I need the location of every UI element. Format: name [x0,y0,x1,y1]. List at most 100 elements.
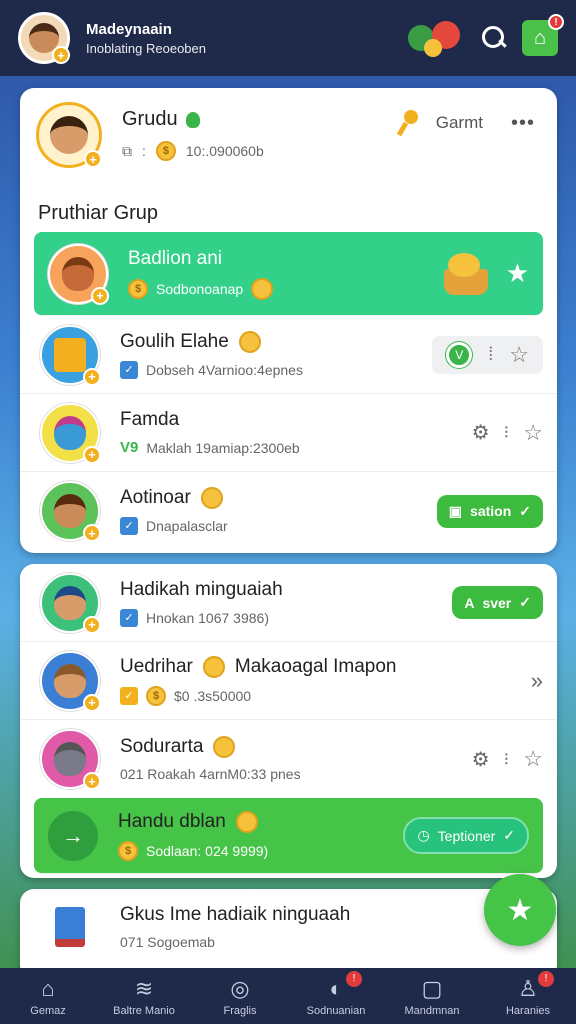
list-item-name: Sodurarta [120,736,472,758]
list-item-highlighted[interactable]: → Handu dblan $ Sodlaan: 024 9999) ◷ Tep… [34,798,543,874]
action-button[interactable]: ◷ Teptioner ✓ [403,817,529,854]
star-icon[interactable]: ☆ [509,342,529,368]
list-item-sub: ✓ Hnokan 1067 3986) [120,608,452,627]
list-item-text: Handu dblan $ Sodlaan: 024 9999) [118,810,403,861]
action-button[interactable]: ▣ sation ✓ [436,494,543,528]
add-badge-icon: + [52,46,70,64]
check-icon: ✓ [503,827,515,843]
dots-icon: ⁞ [488,344,494,364]
nav-item-flags[interactable]: ◎ Fraglis [192,975,288,1017]
bottom-nav: ⌂ Gemaz ≋ Baltre Manio ◎ Fraglis ◐ ! Sod… [0,968,576,1024]
status-pill[interactable]: V ⁞ ☆ [432,335,543,374]
nav-label: Baltre Manio [113,1005,175,1017]
star-icon[interactable]: ☆ [523,420,543,446]
dots-icon: ⁝ [503,422,510,442]
group-subline: ⧉ : $ 10:.090060b [122,141,264,161]
chat-icon: ◐ [329,976,343,1001]
group-actions: Garmt ••• [396,110,535,136]
group-right-label[interactable]: Garmt [436,113,483,133]
sub-text: Maklah 19amiap:2300eb [146,439,300,456]
name-text: Gkus Ime hadiaik ninguaah [120,904,351,925]
list-item-sub: 021 Roakah 4arnM0:33 pnes [120,766,472,782]
coin-icon: $ [146,685,166,706]
add-badge-icon: + [83,772,101,790]
group-coins: 10:.090060b [185,143,264,159]
user-avatar[interactable]: + [18,12,70,64]
list-item[interactable]: + Famda V9 Maklah 19amiap:2300eb ⚙ ⁝ ☆ [20,394,557,472]
nav-label: Haranies [505,1005,551,1017]
nav-label: Gemaz [30,1005,66,1017]
list-item-text: Goulih Elahe ✓ Dobseh 4Varnioo:4epnes [120,330,432,379]
store-button[interactable]: ⌂ ! [522,14,564,56]
verified-icon: V [446,341,473,368]
sub-text: Sodbonoanap [156,280,244,297]
list-item[interactable]: Gkus Ime hadiaik ninguaah 071 Sogoemab [20,897,557,957]
avatar-face [54,742,86,776]
key-icon[interactable] [396,110,422,136]
compass-icon: ◎ [230,976,250,1001]
list-item-sub: ✓ Dnapalasclar [120,517,437,535]
name-text: Aotinoar [120,487,191,508]
dots-icon: ⁝ [503,748,510,769]
list-item-sub: $ Sodlaan: 024 9999) [118,840,403,861]
name-text: Uedrihar [120,655,193,677]
list-item-text: Famda V9 Maklah 19amiap:2300eb [120,409,472,456]
group-title: Grudu [122,108,264,131]
group-avatar[interactable]: + [36,102,102,168]
star-icon[interactable]: ☆ [523,746,543,772]
add-badge-icon: + [83,367,101,386]
nav-item-layers[interactable]: ≋ Baltre Manio [96,975,192,1017]
list-item-name: Famda [120,409,472,431]
favorite-fab-button[interactable]: ★ [484,874,556,946]
copy-icon[interactable]: ⧉ [122,143,132,160]
basket-icon [440,251,492,297]
notification-badge: ! [346,971,362,987]
emoji-icon [238,330,261,353]
star-icon: ★ [506,893,534,927]
list-item-sub: V9 Maklah 19amiap:2300eb [120,439,472,456]
home-icon: ⌂ [41,976,55,1001]
name-text: Handu dblan [118,810,226,832]
button-label: sation [470,503,512,519]
mascot-icon[interactable] [408,17,466,59]
group-title-text: Grudu [122,108,178,130]
star-icon[interactable]: ★ [506,258,529,289]
list-item[interactable]: + Hadikah minguaiah ✓ Hnokan 1067 3986) … [20,564,557,642]
arrow-right-icon[interactable]: → [48,810,98,861]
sub-text: Sodlaan: 024 9999) [146,842,269,859]
avatar-face [50,116,88,154]
list-item[interactable]: + Goulih Elahe ✓ Dobseh 4Varnioo:4epnes … [20,316,557,394]
coin-icon: $ [155,141,176,161]
list-item-actions: ▣ sation ✓ [436,494,543,528]
list-card: + Hadikah minguaiah ✓ Hnokan 1067 3986) … [20,564,557,878]
store-icon: ⌂ [533,26,547,49]
nav-item-tasks[interactable]: ▢ Mandmnan [384,975,480,1017]
emoji-icon [213,736,236,758]
search-icon[interactable] [480,24,508,52]
list-item[interactable]: + Uedrihar Makaoagal Imapon ✓ $ $0 .3s50… [20,642,557,720]
name-text: Badlion ani [128,247,223,269]
forward-icon[interactable]: » [531,668,543,694]
sub-text: Dnapalasclar [146,518,228,534]
nav-item-profile[interactable]: ♙ ! Haranies [480,971,576,1017]
check-icon: ✓ [120,517,138,535]
list-item[interactable]: + Aotinoar ✓ Dnapalasclar ▣ sation ✓ [20,472,557,550]
list-item-highlighted[interactable]: + Badlion ani $ Sodbonoanap ★ [34,232,543,316]
nav-label: Fraglis [223,1005,257,1017]
gear-icon[interactable]: ⚙ [472,747,490,772]
button-label: Teptioner [437,827,496,844]
list-item[interactable]: + Sodurarta 021 Roakah 4arnM0:33 pnes ⚙ … [20,720,557,798]
list-item-text: Aotinoar ✓ Dnapalasclar [120,487,437,535]
list-item-text: Hadikah minguaiah ✓ Hnokan 1067 3986) [120,579,452,627]
more-options-icon[interactable]: ••• [511,112,535,135]
nav-item-home[interactable]: ⌂ Gemaz [0,975,96,1017]
name-text: Sodurarta [120,736,204,757]
robot-icon[interactable]: ⚙ [472,420,490,445]
check-icon: ✓ [120,360,138,379]
user-info: Madeynaain Inoblating Reoeoben [86,21,408,56]
a-icon: A [464,594,475,611]
nav-item-social[interactable]: ◐ ! Sodnuanian [288,971,384,1017]
list-item-name: Aotinoar [120,487,437,509]
action-button[interactable]: A sver ✓ [452,586,543,619]
member-avatar: + [40,324,101,386]
